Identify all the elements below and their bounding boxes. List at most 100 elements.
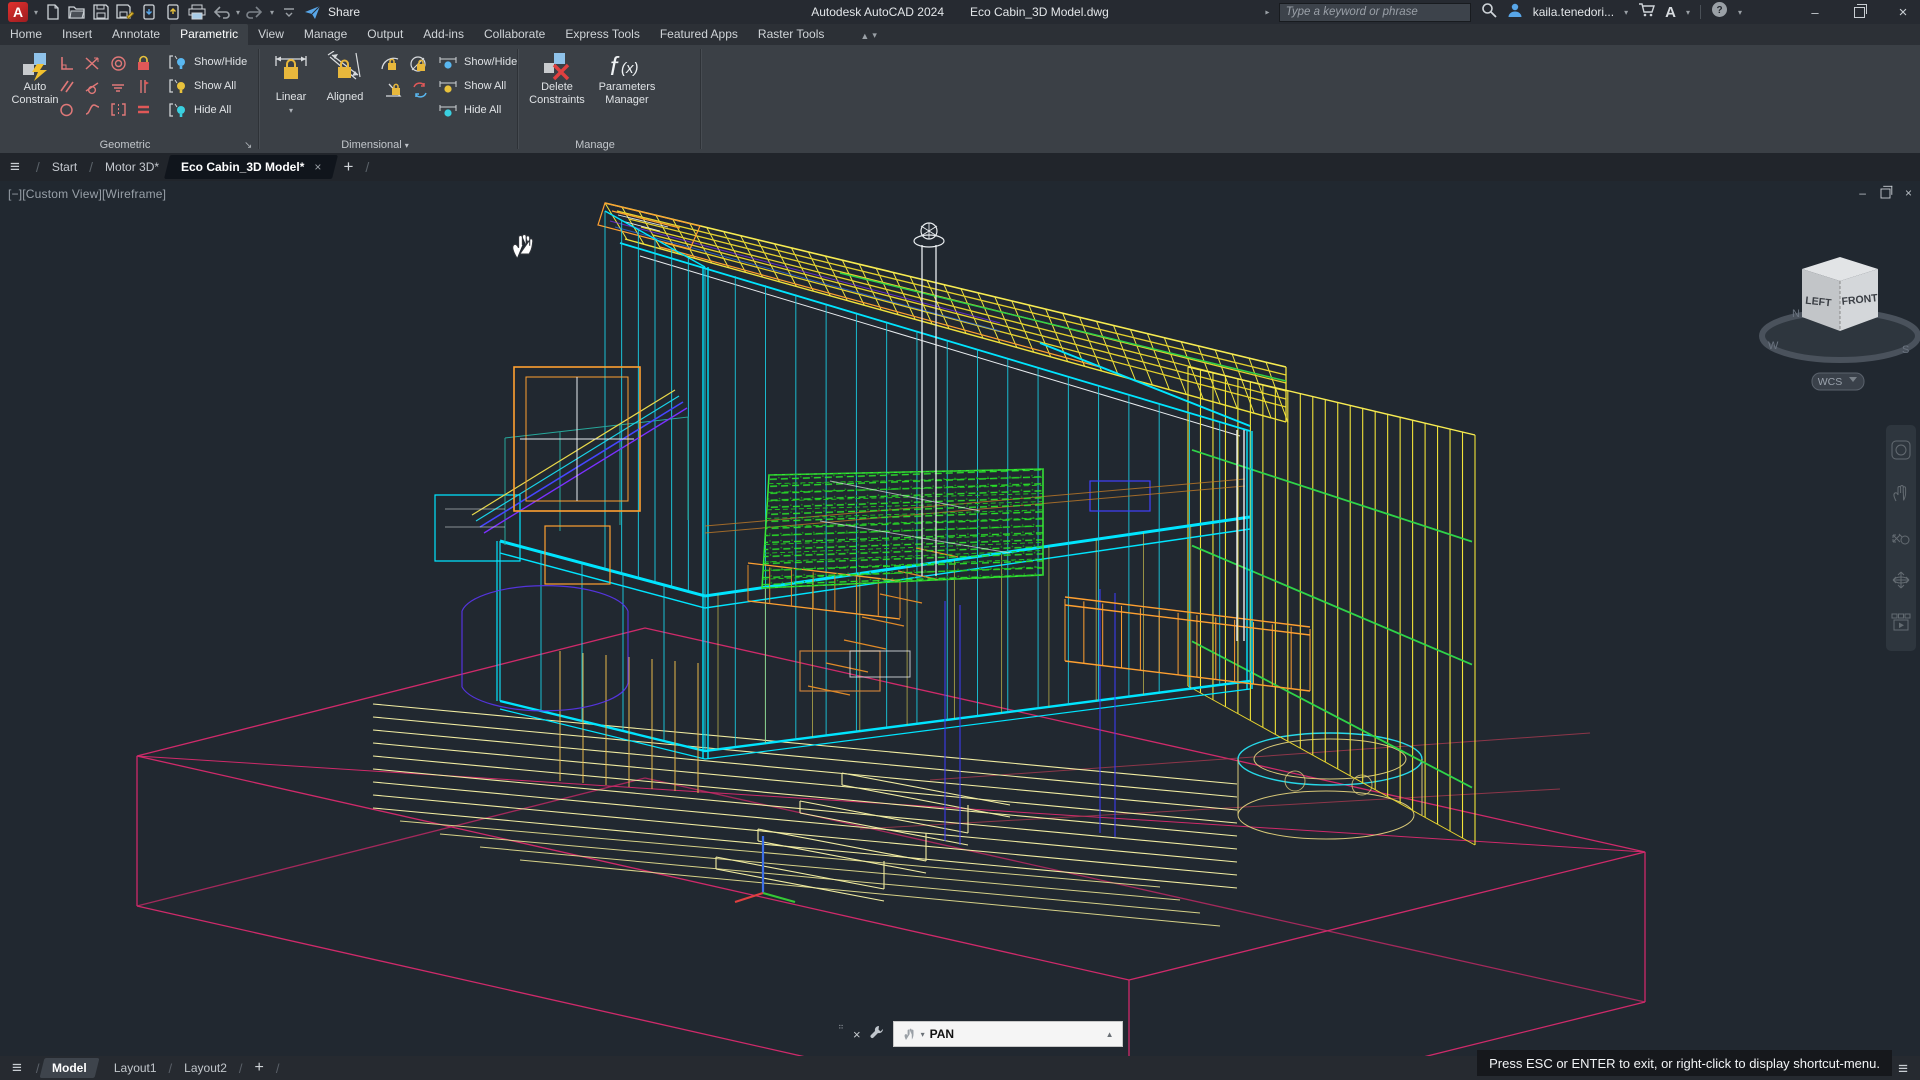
tab-raster-tools[interactable]: Raster Tools (748, 24, 834, 45)
wcs-dropdown[interactable]: WCS (1811, 372, 1865, 391)
fix-constraint-icon[interactable] (136, 55, 151, 72)
share-plane-icon[interactable] (304, 3, 322, 21)
undo-caret-icon[interactable]: ▾ (236, 8, 240, 17)
tab-home[interactable]: Home (0, 24, 52, 45)
smooth-constraint-icon[interactable] (84, 101, 101, 118)
command-history-caret[interactable]: ▲ (1106, 1030, 1114, 1039)
aligned-dimension-button[interactable]: Aligned (320, 51, 370, 104)
open-from-web-icon[interactable] (140, 3, 158, 21)
save-icon[interactable] (92, 3, 110, 21)
drawing-minimize-icon[interactable]: – (1859, 186, 1866, 200)
auto-constrain-button[interactable]: Auto Constrain (6, 51, 64, 107)
search-collapse-icon[interactable]: ▾ (1262, 10, 1271, 14)
tab-collaborate[interactable]: Collaborate (474, 24, 555, 45)
redo-caret-icon[interactable]: ▾ (270, 8, 274, 17)
angular-dimension-icon[interactable] (384, 81, 404, 99)
drawing-close-icon[interactable]: × (1905, 186, 1912, 200)
concentric-constraint-icon[interactable] (110, 55, 127, 72)
file-tabs-menu-icon[interactable]: ≡ (10, 157, 20, 177)
tab-manage[interactable]: Manage (294, 24, 357, 45)
diameter-dimension-icon[interactable] (408, 55, 428, 73)
ribbon-collapse-control[interactable]: ▲ ▾ (860, 30, 876, 45)
full-navigation-wheel-icon[interactable] (1891, 440, 1911, 465)
dimensional-show-all-button[interactable]: Show All (438, 78, 506, 94)
file-tab-motor3d[interactable]: Motor 3D* (97, 155, 167, 179)
dimensional-panel-label[interactable]: Dimensional ▾ (300, 139, 450, 151)
dimensional-show-hide-button[interactable]: Show/Hide (438, 54, 517, 70)
command-options-caret[interactable]: ▾ (921, 1030, 925, 1039)
drawing-restore-icon[interactable] (1880, 185, 1893, 198)
share-button[interactable]: Share (328, 5, 360, 19)
username-menu[interactable]: kaila.tenedori... (1533, 5, 1614, 19)
tab-express-tools[interactable]: Express Tools (555, 24, 649, 45)
app-store-cart-icon[interactable] (1638, 2, 1656, 22)
drawing-canvas[interactable]: N W S LEFT FRONT WCS (0, 181, 1920, 1080)
geometric-show-hide-button[interactable]: Show/Hide (168, 54, 247, 70)
save-to-web-icon[interactable] (164, 3, 182, 21)
layout1-tab[interactable]: Layout1 (104, 1058, 167, 1078)
model-tab[interactable]: Model (39, 1058, 99, 1078)
save-as-icon[interactable] (116, 3, 135, 21)
close-button[interactable]: × (1886, 0, 1920, 24)
autocad-logo-icon[interactable]: A (8, 2, 28, 22)
manage-panel-label[interactable]: Manage (530, 139, 660, 151)
tab-add-ins[interactable]: Add-ins (413, 24, 474, 45)
layout-menu-icon[interactable]: ≡ (12, 1058, 22, 1078)
username-caret-icon[interactable]: ▾ (1624, 8, 1628, 17)
orbit-tool-icon[interactable] (1891, 570, 1911, 595)
file-tab-close-icon[interactable]: × (314, 160, 321, 174)
dimensional-hide-all-button[interactable]: Hide All (438, 102, 501, 118)
search-icon[interactable] (1481, 2, 1497, 23)
search-input[interactable]: Type a keyword or phrase (1278, 2, 1471, 22)
symmetric-constraint-icon[interactable] (110, 101, 127, 118)
linear-dimension-button[interactable]: Linear ▾ (268, 51, 314, 117)
collinear-constraint-icon[interactable] (58, 101, 75, 118)
user-avatar-icon[interactable] (1507, 2, 1523, 23)
delete-constraints-button[interactable]: Delete Constraints (528, 51, 586, 107)
command-bar-grip[interactable]: ⠿⠿ (838, 1024, 845, 1044)
convert-dimension-icon[interactable] (410, 81, 430, 99)
plot-printer-icon[interactable] (188, 3, 206, 21)
customize-wrench-icon[interactable] (869, 1024, 885, 1045)
horizontal-constraint-icon[interactable] (110, 78, 127, 95)
viewport-controls-label[interactable]: [−][Custom View][Wireframe] (8, 187, 166, 201)
zoom-tool-icon[interactable] (1891, 526, 1911, 551)
geometric-dialog-launcher[interactable]: ↘ (244, 140, 252, 151)
restore-button[interactable] (1842, 0, 1876, 24)
perpendicular-constraint-icon[interactable] (58, 55, 75, 72)
tab-featured-apps[interactable]: Featured Apps (650, 24, 748, 45)
layout2-tab[interactable]: Layout2 (174, 1058, 237, 1078)
new-file-icon[interactable] (44, 3, 62, 21)
tab-view[interactable]: View (248, 24, 294, 45)
customize-qat-icon[interactable] (280, 3, 298, 21)
status-customization-icon[interactable]: ≡ (1898, 1059, 1908, 1079)
redo-icon[interactable] (246, 3, 264, 21)
file-tab-start[interactable]: Start (44, 155, 85, 179)
command-close-icon[interactable]: × (853, 1027, 861, 1042)
tab-parametric[interactable]: Parametric (170, 24, 249, 45)
viewcube[interactable]: N W S LEFT FRONT (1759, 257, 1920, 363)
logo-caret-icon[interactable]: ▾ (34, 8, 38, 17)
navigation-bar[interactable] (1886, 425, 1916, 651)
pan-tool-icon[interactable] (1891, 483, 1911, 508)
tab-output[interactable]: Output (357, 24, 413, 45)
undo-icon[interactable] (212, 3, 230, 21)
equal-constraint-icon[interactable] (136, 101, 151, 118)
autodesk-account-icon[interactable]: A (1665, 4, 1676, 21)
coincident-constraint-icon[interactable] (84, 55, 101, 72)
showmotion-icon[interactable] (1891, 613, 1911, 636)
help-caret-icon[interactable]: ▾ (1738, 8, 1742, 17)
vertical-constraint-icon[interactable] (136, 78, 151, 95)
geometric-show-all-button[interactable]: Show All (168, 78, 236, 94)
tab-insert[interactable]: Insert (52, 24, 102, 45)
tab-annotate[interactable]: Annotate (102, 24, 170, 45)
minimize-button[interactable]: – (1798, 0, 1832, 24)
tangent-constraint-icon[interactable] (84, 78, 101, 95)
help-icon[interactable]: ? (1711, 1, 1728, 23)
radial-dimension-icon[interactable] (380, 55, 400, 73)
geometric-hide-all-button[interactable]: Hide All (168, 102, 231, 118)
autodesk-caret-icon[interactable]: ▾ (1686, 8, 1690, 17)
parameters-manager-button[interactable]: f (x) Parameters Manager (592, 51, 662, 107)
new-layout-button[interactable]: + (245, 1056, 274, 1080)
command-input[interactable]: ▾ PAN ▲ (892, 1021, 1123, 1047)
